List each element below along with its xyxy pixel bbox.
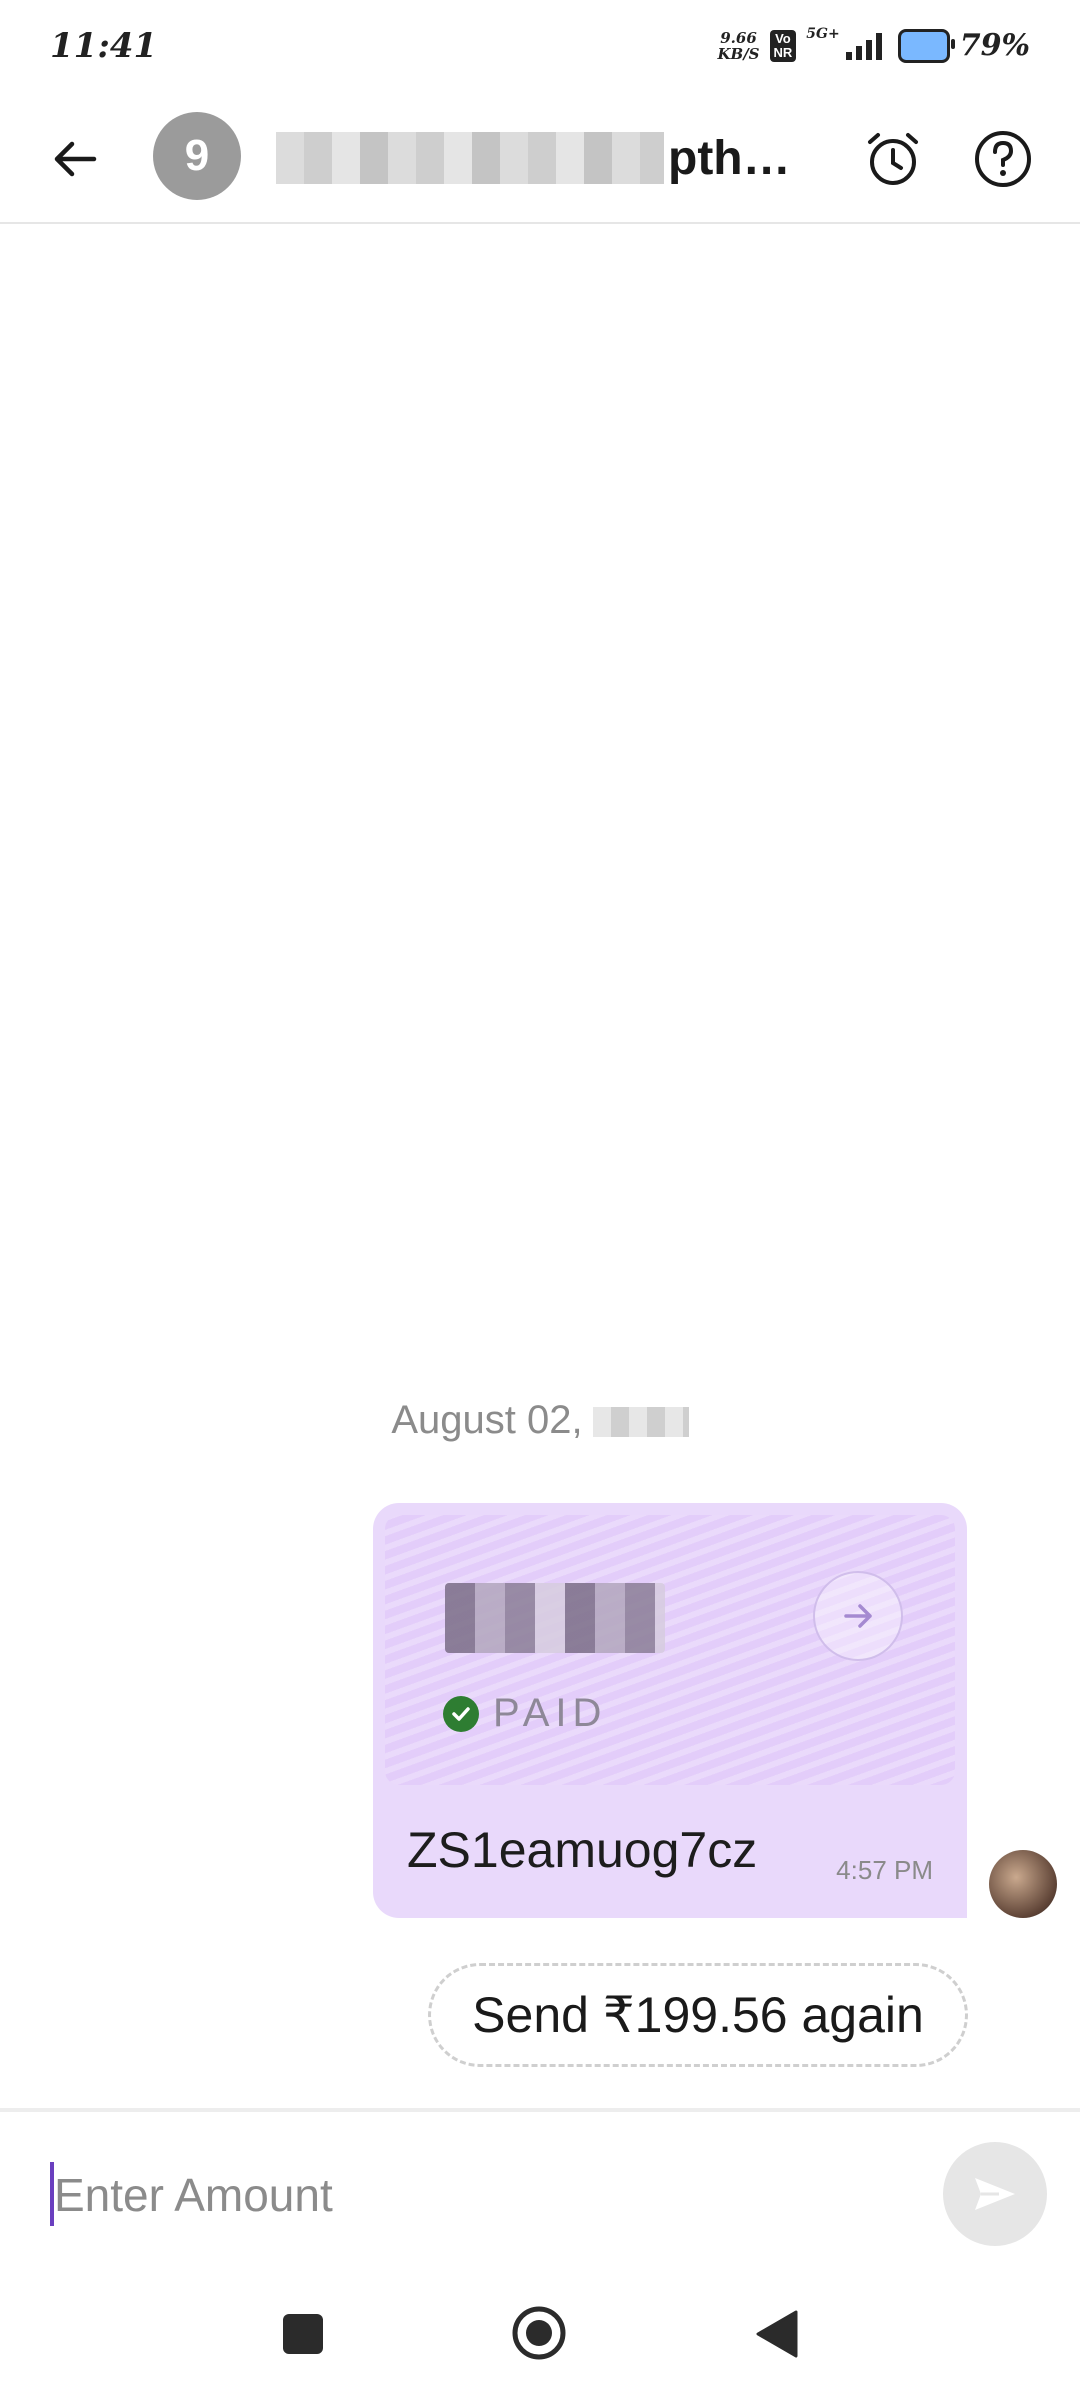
message-time: 4:57 PM [836,1855,933,1885]
home-button[interactable] [511,2305,567,2361]
contact-title[interactable]: pth… [276,128,796,188]
amount-input[interactable] [52,2152,896,2238]
payment-status: PAID [443,1691,607,1736]
alarm-clock-icon[interactable] [862,128,924,190]
payment-card-banner: PAID [385,1515,955,1785]
recents-button[interactable] [283,2314,323,2354]
redacted-name [276,132,664,184]
redacted-year [592,1407,689,1438]
status-icons: 9.66 KB/S Vo NR 5G+ 79% [717,25,1030,64]
paid-label: PAID [493,1691,608,1735]
send-again-button[interactable]: Send ₹199.56 again [428,1963,968,2067]
network-speed: 9.66 KB/S [717,28,760,63]
date-separator: August 02, [0,1398,1080,1443]
back-arrow-icon[interactable] [44,128,106,190]
transaction-id: ZS1eamuog7cz [407,1822,758,1878]
network-type: 5G+ [806,25,840,42]
arrow-right-icon[interactable] [813,1571,903,1661]
send-icon [975,2178,1015,2210]
contact-name: pth… [668,131,791,185]
contact-avatar[interactable]: 9 [153,112,241,200]
chat-header: 9 pth… [0,96,1080,224]
status-time: 11:41 [50,26,158,66]
battery-icon [897,28,955,63]
payment-card[interactable]: PAID ZS1eamuog7cz 4:57 PM [373,1503,967,1918]
signal-icon [845,32,882,60]
date-text: August 02, [391,1398,583,1442]
help-icon[interactable] [972,128,1034,190]
send-button[interactable] [943,2142,1047,2246]
amount-input-bar [0,2108,1080,2282]
redacted-payee [445,1583,665,1653]
status-bar: 11:41 9.66 KB/S Vo NR 5G+ 79% [0,0,1080,96]
battery-percent: 79% [959,28,1030,63]
system-nav-bar [0,2278,1080,2400]
nav-back-button[interactable] [752,2308,800,2360]
sender-avatar[interactable] [989,1850,1057,1918]
check-circle-icon [443,1695,479,1732]
volte-icon: Vo NR [769,29,797,62]
